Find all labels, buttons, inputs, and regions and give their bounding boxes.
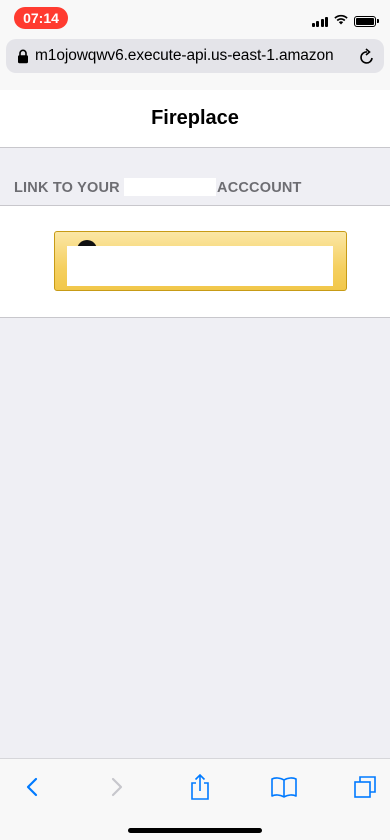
home-indicator[interactable]	[128, 828, 262, 833]
share-icon[interactable]	[178, 769, 222, 805]
redacted-button-label	[67, 246, 333, 286]
url-text[interactable]: m1ojowqwv6.execute-api.us-east-1.amazon	[35, 47, 354, 65]
section-title-prefix: LINK TO YOUR	[14, 180, 120, 196]
tabs-icon[interactable]	[343, 769, 387, 805]
browser-chrome: m1ojowqwv6.execute-api.us-east-1.amazon	[0, 30, 390, 90]
signal-icon	[311, 16, 328, 27]
forward-icon[interactable]	[95, 769, 139, 805]
page-title: Fireplace	[151, 107, 239, 129]
status-bar: 07:14	[0, 0, 390, 30]
browser-toolbar	[0, 758, 390, 840]
address-bar[interactable]: m1ojowqwv6.execute-api.us-east-1.amazon	[6, 39, 384, 73]
wifi-icon	[333, 12, 349, 30]
status-time[interactable]: 07:14	[14, 7, 68, 29]
empty-area	[0, 318, 390, 758]
bookmarks-icon[interactable]	[262, 769, 306, 805]
redacted-text	[124, 178, 217, 196]
login-with-amazon-button[interactable]	[54, 231, 347, 291]
reload-icon[interactable]	[354, 39, 380, 73]
status-icons	[311, 12, 379, 30]
page-header: Fireplace	[0, 90, 390, 148]
lock-icon	[15, 39, 31, 73]
back-icon[interactable]	[10, 769, 54, 805]
section-header: LINK TO YOUR ACCCOUNT	[0, 148, 390, 205]
section-title: LINK TO YOUR ACCCOUNT	[14, 178, 302, 196]
battery-icon	[354, 15, 379, 27]
login-cell	[0, 205, 390, 318]
section-title-suffix: ACCCOUNT	[217, 180, 302, 196]
